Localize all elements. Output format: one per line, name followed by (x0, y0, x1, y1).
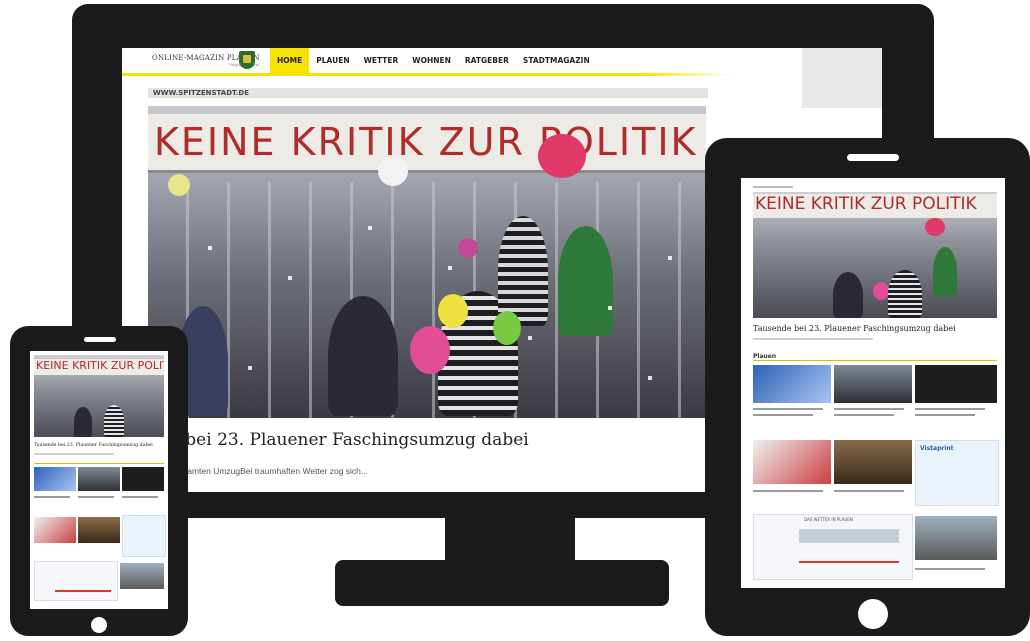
parade-person (558, 226, 613, 336)
tablet-tile-caption (834, 408, 904, 410)
phone-tile-room[interactable] (78, 517, 120, 543)
section-bar: WWW.SPITZENSTADT.DE (148, 88, 708, 98)
site-header: ONLINE-MAGAZIN PLAUEN Vogtlandkreis HOME… (122, 48, 802, 74)
nav-wetter[interactable]: WETTER (357, 48, 406, 74)
weather-title: DAS WETTER IN PLAUEN (804, 517, 853, 522)
confetti (368, 226, 372, 230)
phone-headline[interactable]: Tausende bei 23. Plauener Faschingsumzug… (34, 443, 153, 448)
monitor-stand-neck (445, 518, 575, 566)
tablet-tile-sign[interactable] (915, 365, 997, 403)
tablet-tile-caption (915, 568, 985, 570)
vistaprint-logo: Vistaprint (920, 445, 954, 452)
parade-banner: KEINE KRITIK ZUR POLITIK (148, 114, 706, 173)
tablet-teaser (753, 338, 873, 340)
phone-tile-town[interactable] (120, 563, 164, 589)
phone-section-rule (34, 463, 164, 464)
phone-tile-caption (34, 496, 70, 498)
tablet-tile-police[interactable] (753, 365, 831, 403)
phone-home-button[interactable] (91, 617, 107, 633)
confetti (648, 376, 652, 380)
parade-person (888, 270, 922, 318)
tablet-headline[interactable]: Tausende bei 23. Plauener Faschingsumzug… (753, 324, 956, 333)
tablet-home-button[interactable] (858, 599, 888, 629)
banner-text: KEINE KRITIK ZUR POLITIK (154, 120, 698, 164)
tablet-section-label (753, 186, 793, 188)
tablet-tile-caption (915, 408, 985, 410)
balloon (410, 326, 450, 374)
tablet-tile-caption (915, 414, 975, 416)
nav-plauen[interactable]: PLAUEN (309, 48, 356, 74)
confetti (248, 366, 252, 370)
tablet-tile-town[interactable] (915, 516, 997, 560)
balloon (168, 174, 190, 196)
tablet-screen: KEINE KRITIK ZUR POLITIK Tausende bei 23… (741, 178, 1005, 588)
nav-home[interactable]: HOME (270, 48, 310, 74)
tablet-vistaprint-widget[interactable]: Vistaprint (915, 440, 999, 506)
phone-banner-text: KEINE KRITIK ZUR POLITIK (36, 359, 164, 372)
parade-person (833, 272, 863, 318)
tablet-tile-caption (834, 490, 904, 492)
phone-tile-police[interactable] (34, 467, 76, 491)
phone-screen: KEINE KRITIK ZUR POLITIK Tausende bei 23… (30, 351, 168, 609)
balloon (458, 238, 478, 258)
confetti (288, 276, 292, 280)
coat-of-arms-icon (239, 51, 255, 69)
phone-hero-image[interactable]: KEINE KRITIK ZUR POLITIK (34, 355, 164, 437)
weather-temp-curve (55, 590, 111, 592)
weather-forecast-row (799, 529, 899, 543)
confetti (608, 306, 612, 310)
tablet-tile-caption (753, 414, 813, 416)
tablet-speaker (847, 154, 899, 161)
article-headline[interactable]: nde bei 23. Plauener Faschingsumzug dabe… (148, 430, 529, 450)
confetti (448, 266, 452, 270)
confetti (528, 336, 532, 340)
parade-person (328, 296, 398, 416)
parade-float (148, 182, 706, 418)
tablet-tile-caption (753, 490, 823, 492)
tablet-banner-text: KEINE KRITIK ZUR POLITIK (755, 194, 977, 214)
tablet-tile-car[interactable] (834, 365, 912, 403)
tablet-section-title: Plauen (753, 353, 777, 360)
balloon (873, 282, 889, 300)
phone-speaker (84, 337, 116, 342)
phone-teaser (34, 453, 114, 455)
phone-tile-car[interactable] (78, 467, 120, 491)
weather-temp-curve (799, 561, 899, 563)
phone-vistaprint-widget[interactable] (122, 515, 166, 557)
hero-image[interactable]: KEINE KRITIK ZUR POLITIK (148, 106, 706, 418)
phone-tile-desk[interactable] (34, 517, 76, 543)
phone-tile-caption (122, 496, 158, 498)
header-accent-rule (122, 73, 732, 76)
nav-ratgeber[interactable]: RATGEBER (458, 48, 516, 74)
tablet-hero-image[interactable]: KEINE KRITIK ZUR POLITIK (753, 192, 997, 318)
balloon (378, 156, 408, 186)
tablet-section-rule (753, 360, 997, 361)
confetti (668, 256, 672, 260)
tablet-tile-room[interactable] (834, 440, 912, 484)
nav-stadtmagazin[interactable]: STADTMAGAZIN (516, 48, 597, 74)
tablet-weather-widget[interactable]: DAS WETTER IN PLAUEN (753, 514, 913, 580)
balloon (925, 218, 945, 236)
sidebar-placeholder (802, 48, 882, 108)
balloon (438, 294, 468, 328)
parade-person (498, 216, 548, 326)
section-label: WWW.SPITZENSTADT.DE (153, 89, 249, 97)
nav-wohnen[interactable]: WOHNEN (405, 48, 458, 74)
tablet-tile-caption (834, 414, 894, 416)
tablet-banner: KEINE KRITIK ZUR POLITIK (753, 194, 997, 218)
parade-person (933, 247, 957, 297)
monitor-stand-base (335, 560, 669, 606)
confetti (208, 246, 212, 250)
tablet-tile-caption (753, 408, 823, 410)
phone-weather-widget[interactable] (34, 561, 118, 601)
tablet-tile-desk[interactable] (753, 440, 831, 484)
parade-person (74, 407, 92, 437)
balloon (538, 134, 586, 178)
balloon (493, 311, 521, 345)
phone-tile-sign[interactable] (122, 467, 164, 491)
main-nav: HOME PLAUEN WETTER WOHNEN RATGEBER STADT… (270, 48, 597, 74)
phone-banner: KEINE KRITIK ZUR POLITIK (34, 359, 164, 375)
parade-person (104, 405, 124, 437)
phone-tile-caption (78, 496, 114, 498)
